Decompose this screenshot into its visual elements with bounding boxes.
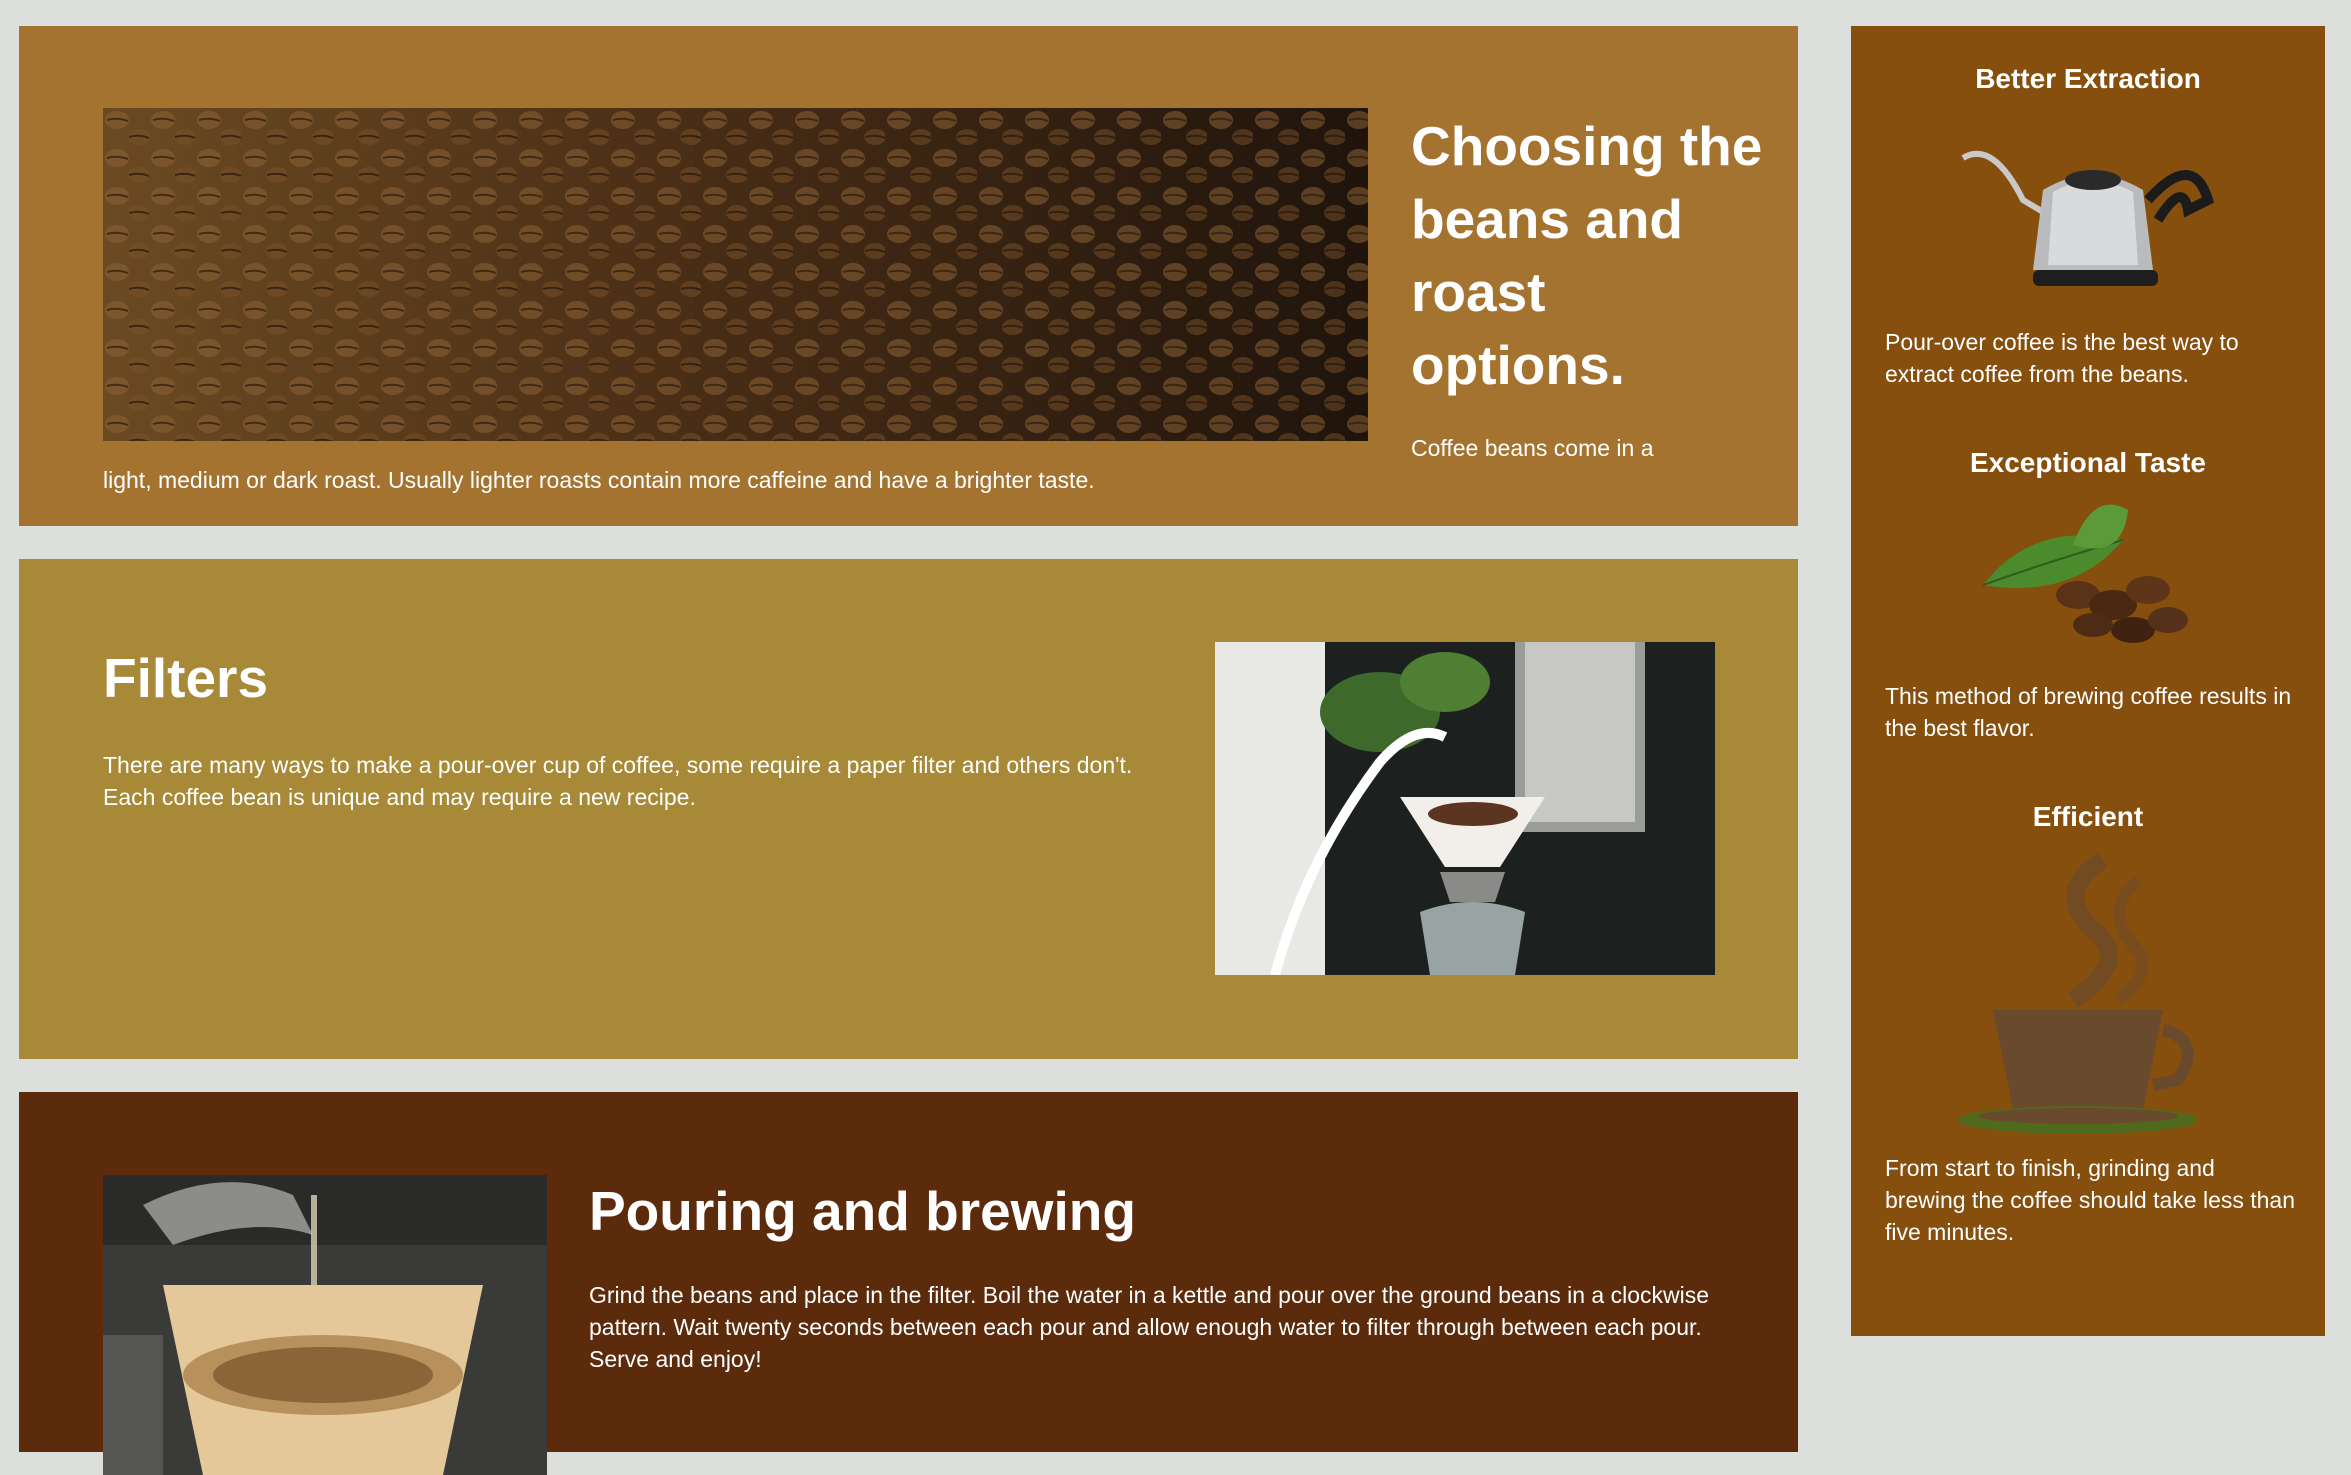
pouring-section: Pouring and brewing Grind the beans and … (19, 1092, 1798, 1475)
beans-title: Choosing the beans and roast options. (1411, 115, 1763, 396)
better-extraction-heading: Better Extraction (1975, 63, 2201, 94)
pouring-water-photo (103, 1175, 547, 1475)
kettle-icon (1953, 130, 2223, 300)
coffee-beans-photo (103, 108, 1368, 441)
pour-over-filter-photo (1215, 642, 1715, 975)
benefits-sidebar: Better Extraction Pour-over coffee is th… (1851, 26, 2325, 1336)
efficient-heading: Efficient (2032, 801, 2144, 832)
filters-title: Filters (103, 647, 269, 709)
better-extraction-text: Pour-over coffee is the best way to extr… (1885, 329, 2239, 387)
efficient-text: From start to finish, grinding and brewi… (1885, 1155, 2296, 1245)
beans-section: Choosing the beans and roast options. Co… (19, 26, 1798, 526)
exceptional-taste-heading: Exceptional Taste (1969, 447, 2206, 478)
filters-section: Filters There are many ways to make a po… (19, 559, 1798, 1059)
filters-text: There are many ways to make a pour-over … (103, 752, 1133, 810)
coffee-beans-leaf-icon (1953, 500, 2223, 660)
pouring-title: Pouring and brewing (589, 1180, 1136, 1242)
pouring-text: Grind the beans and place in the filter.… (589, 1282, 1710, 1372)
beans-text-line2: light, medium or dark roast. Usually lig… (103, 467, 1095, 493)
steaming-cup-icon (1953, 850, 2223, 1140)
beans-text-line1: Coffee beans come in a (1411, 435, 1654, 461)
exceptional-taste-text: This method of brewing coffee results in… (1885, 683, 2292, 741)
